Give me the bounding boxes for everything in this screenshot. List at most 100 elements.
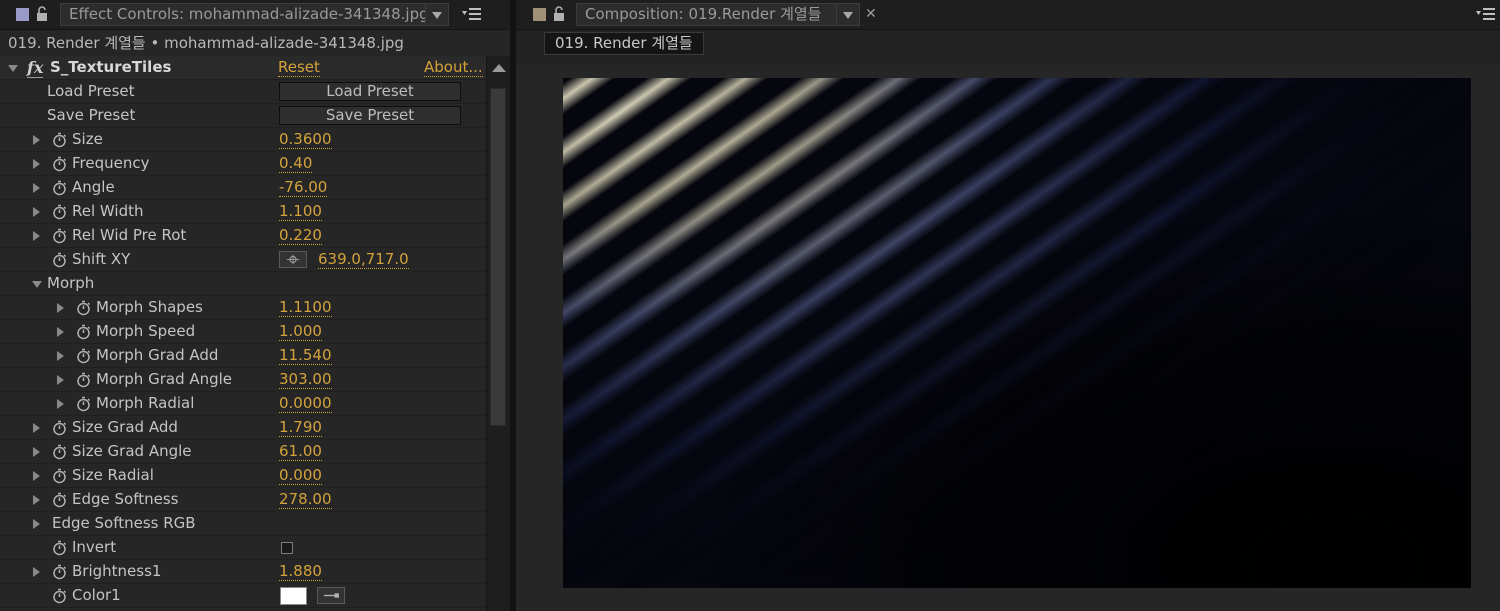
property-row-size: Size 0.3600 — [0, 128, 486, 152]
property-row-rel-wid-pre-rot: Rel Wid Pre Rot 0.220 — [0, 224, 486, 248]
save-preset-button[interactable]: Save Preset — [279, 106, 461, 125]
about-link[interactable]: About... — [424, 58, 483, 77]
expand-triangle-icon[interactable] — [57, 375, 64, 385]
rel-wid-pre-rot-value[interactable]: 0.220 — [279, 226, 322, 245]
angle-value[interactable]: -76.00 — [279, 178, 328, 197]
expand-triangle-icon[interactable] — [33, 231, 40, 241]
expand-triangle-icon[interactable] — [33, 207, 40, 217]
stopwatch-icon[interactable] — [52, 228, 67, 244]
brightness1-value[interactable]: 1.880 — [279, 562, 322, 581]
panel-menu-icon[interactable] — [1476, 7, 1496, 21]
stopwatch-icon[interactable] — [52, 132, 67, 148]
stopwatch-icon[interactable] — [52, 204, 67, 220]
load-preset-button[interactable]: Load Preset — [279, 82, 461, 101]
composition-viewer[interactable] — [516, 64, 1500, 611]
stopwatch-icon[interactable] — [52, 468, 67, 484]
stopwatch-icon[interactable] — [76, 300, 91, 316]
effect-controls-tab[interactable]: Effect Controls: mohammad-alizade-341348… — [60, 3, 426, 26]
property-group-morph[interactable]: Morph — [0, 272, 486, 296]
effect-controls-tab-bar: Effect Controls: mohammad-alizade-341348… — [0, 0, 510, 30]
morph-grad-angle-value[interactable]: 303.00 — [279, 370, 332, 389]
expand-triangle-icon[interactable] — [33, 495, 40, 505]
lock-icon[interactable] — [553, 6, 567, 22]
composition-breadcrumb-tab[interactable]: 019. Render 계열들 — [544, 32, 704, 55]
close-tab-icon[interactable]: ✕ — [865, 5, 877, 23]
expand-triangle-icon[interactable] — [33, 567, 40, 577]
morph-speed-value[interactable]: 1.000 — [279, 322, 322, 341]
stopwatch-icon[interactable] — [76, 372, 91, 388]
effect-controls-panel: Effect Controls: mohammad-alizade-341348… — [0, 0, 510, 611]
property-row-shift-xy: Shift XY 639.0,717.0 — [0, 248, 486, 272]
expand-triangle-icon[interactable] — [33, 135, 40, 145]
stopwatch-icon[interactable] — [52, 252, 67, 268]
stopwatch-icon[interactable] — [52, 540, 67, 556]
stopwatch-icon[interactable] — [52, 420, 67, 436]
morph-radial-label: Morph Radial — [96, 394, 195, 412]
stopwatch-icon[interactable] — [52, 180, 67, 196]
color1-label: Color1 — [72, 586, 121, 604]
composition-render-canvas[interactable] — [563, 78, 1471, 588]
property-row-invert: Invert — [0, 536, 486, 560]
panel-color-label-icon[interactable] — [16, 8, 29, 21]
panel-color-label-icon[interactable] — [533, 8, 546, 21]
stopwatch-icon[interactable] — [52, 156, 67, 172]
lock-icon[interactable] — [36, 6, 50, 22]
scroll-up-arrow-icon[interactable] — [492, 64, 506, 72]
expand-triangle-icon[interactable] — [33, 183, 40, 193]
stopwatch-icon[interactable] — [76, 324, 91, 340]
edge-softness-label: Edge Softness — [72, 490, 179, 508]
size-radial-label: Size Radial — [72, 466, 154, 484]
size-value[interactable]: 0.3600 — [279, 130, 332, 149]
expand-triangle-icon[interactable] — [57, 351, 64, 361]
shift-xy-value[interactable]: 639.0,717.0 — [318, 250, 409, 269]
property-row-morph-grad-angle: Morph Grad Angle 303.00 — [0, 368, 486, 392]
eyedropper-icon[interactable] — [317, 587, 345, 604]
size-grad-add-value[interactable]: 1.790 — [279, 418, 322, 437]
property-group-edge-softness-rgb[interactable]: Edge Softness RGB — [0, 512, 486, 536]
collapse-triangle-icon[interactable] — [32, 281, 42, 288]
composition-tab[interactable]: Composition: 019.Render 계열들 — [576, 3, 838, 26]
expand-triangle-icon[interactable] — [33, 447, 40, 457]
effect-name: S_TextureTiles — [50, 58, 172, 76]
load-preset-row: Load Preset Load Preset — [0, 80, 486, 104]
expand-triangle-icon[interactable] — [33, 519, 40, 529]
size-radial-value[interactable]: 0.000 — [279, 466, 322, 485]
edge-softness-rgb-label: Edge Softness RGB — [52, 514, 196, 532]
expand-triangle-icon[interactable] — [57, 399, 64, 409]
expand-triangle-icon[interactable] — [33, 471, 40, 481]
expand-triangle-icon[interactable] — [57, 327, 64, 337]
expand-triangle-icon[interactable] — [57, 303, 64, 313]
stopwatch-icon[interactable] — [52, 564, 67, 580]
panel-menu-icon[interactable] — [462, 7, 482, 21]
frequency-value[interactable]: 0.40 — [279, 154, 313, 173]
save-preset-row: Save Preset Save Preset — [0, 104, 486, 128]
morph-shapes-value[interactable]: 1.1100 — [279, 298, 332, 317]
scroll-thumb[interactable] — [490, 88, 506, 426]
edge-softness-value[interactable]: 278.00 — [279, 490, 332, 509]
stopwatch-icon[interactable] — [76, 396, 91, 412]
property-row-size-radial: Size Radial 0.000 — [0, 464, 486, 488]
size-grad-add-label: Size Grad Add — [72, 418, 178, 436]
effect-list-scrollbar[interactable] — [486, 56, 510, 611]
effect-header-row[interactable]: fx S_TextureTiles Reset About... — [0, 56, 486, 80]
color1-swatch[interactable] — [280, 587, 307, 605]
expand-triangle-icon[interactable] — [33, 423, 40, 433]
size-grad-angle-value[interactable]: 61.00 — [279, 442, 322, 461]
stopwatch-icon[interactable] — [76, 348, 91, 364]
save-preset-label: Save Preset — [47, 106, 136, 124]
stopwatch-icon[interactable] — [52, 492, 67, 508]
reset-link[interactable]: Reset — [278, 58, 320, 77]
stopwatch-icon[interactable] — [52, 444, 67, 460]
rel-width-value[interactable]: 1.100 — [279, 202, 322, 221]
morph-grad-add-value[interactable]: 11.540 — [279, 346, 332, 365]
point-target-icon[interactable] — [279, 251, 307, 268]
collapse-triangle-icon[interactable] — [8, 65, 18, 72]
invert-checkbox[interactable] — [281, 542, 293, 554]
morph-group-label: Morph — [47, 274, 95, 292]
fx-toggle-icon[interactable]: fx — [27, 59, 44, 78]
morph-radial-value[interactable]: 0.0000 — [279, 394, 332, 413]
tab-dropdown-button[interactable] — [836, 3, 860, 26]
expand-triangle-icon[interactable] — [33, 159, 40, 169]
tab-dropdown-button[interactable] — [425, 3, 449, 26]
stopwatch-icon[interactable] — [52, 588, 67, 604]
